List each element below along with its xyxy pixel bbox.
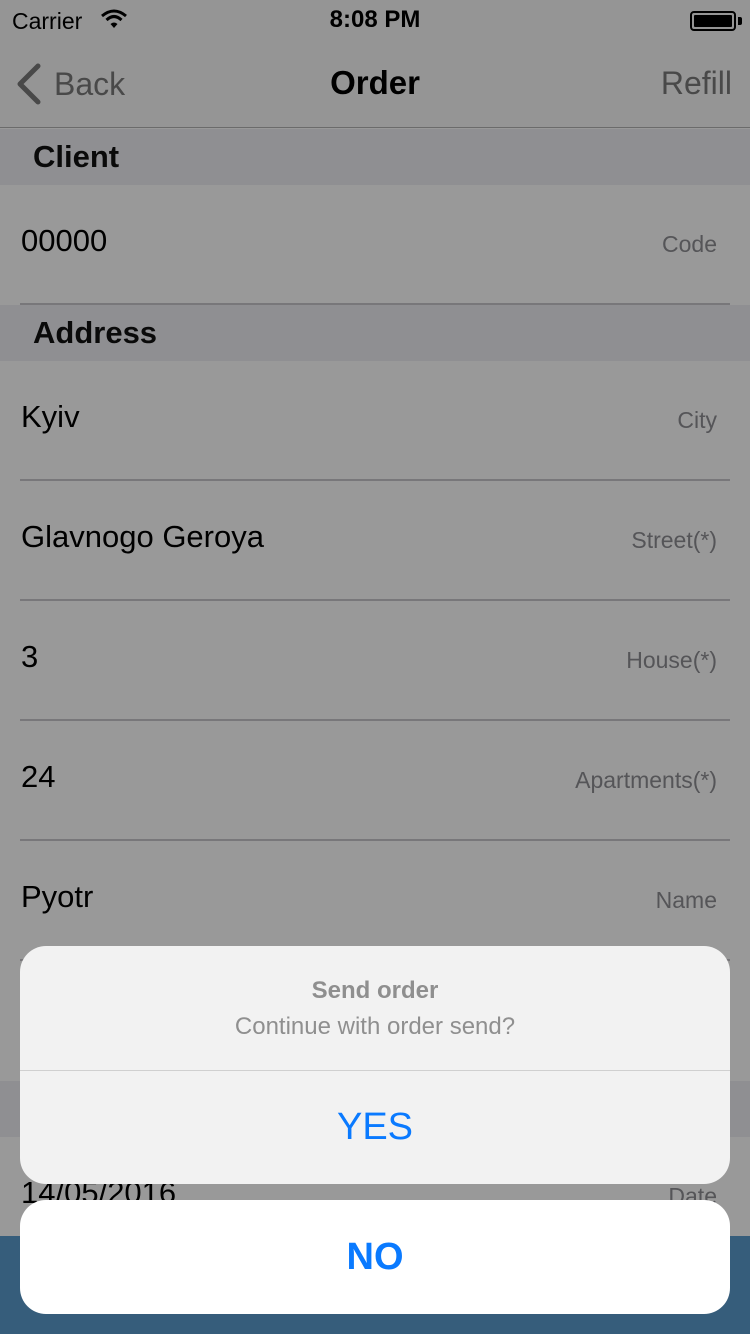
action-sheet-title: Send order [311,977,439,1004]
no-button[interactable]: NO [20,1200,730,1314]
action-sheet-message: Continue with order send? [234,1013,516,1040]
action-sheet: Send order Continue with order send? YES [20,946,730,1184]
yes-button[interactable]: YES [20,1071,730,1184]
